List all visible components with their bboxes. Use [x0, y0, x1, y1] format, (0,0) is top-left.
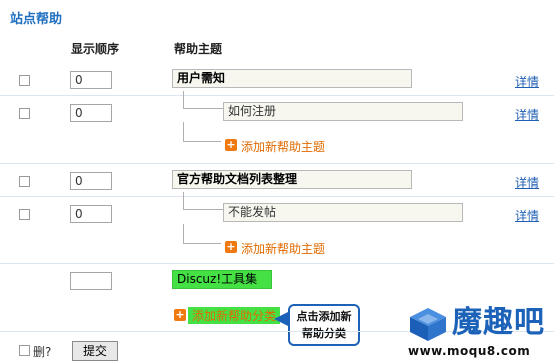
tree-line	[183, 141, 221, 142]
tree-line	[183, 243, 221, 244]
add-topic-link[interactable]: 添加新帮助主题	[241, 240, 325, 257]
column-header-order: 显示顺序	[71, 42, 120, 56]
detail-link[interactable]: 详情	[515, 73, 539, 90]
add-topic-link[interactable]: 添加新帮助主题	[241, 138, 325, 155]
callout-pointer	[274, 312, 288, 326]
add-category-link[interactable]: 添加新帮助分类	[188, 307, 281, 324]
tree-line	[183, 122, 184, 142]
page-title: 站点帮助	[10, 12, 63, 27]
order-input[interactable]: 0	[70, 71, 112, 89]
order-input[interactable]: 0	[70, 172, 112, 190]
new-category-topic-input[interactable]: Discuz!工具集合	[172, 270, 272, 289]
delete-checkbox[interactable]	[19, 209, 30, 220]
row-divider	[0, 263, 554, 264]
delete-checkbox[interactable]	[19, 75, 30, 86]
tree-line	[183, 192, 184, 209]
cube-logo-icon	[410, 308, 446, 341]
plus-icon: +	[225, 240, 237, 253]
topic-input[interactable]: 官方帮助文档列表整理	[172, 170, 412, 189]
logo-url: www.moqu8.com	[408, 344, 531, 358]
callout-annotation: 点击添加新 帮助分类	[288, 304, 360, 346]
row-divider	[0, 163, 554, 164]
plus-icon: +	[174, 308, 186, 321]
tree-line	[183, 209, 223, 210]
row-divider	[0, 95, 554, 96]
detail-link[interactable]: 详情	[515, 207, 539, 224]
logo-text: 魔趣吧	[452, 305, 545, 340]
callout-line1: 点击添加新	[296, 310, 352, 323]
site-logo: 魔趣吧 www.moqu8.com	[408, 300, 554, 363]
order-input[interactable]: 0	[70, 205, 112, 223]
tree-line	[183, 108, 223, 109]
topic-input[interactable]: 如何注册	[223, 102, 463, 121]
new-category-order-input[interactable]	[70, 272, 112, 290]
tree-line	[183, 91, 184, 108]
column-header-topic: 帮助主题	[174, 42, 223, 56]
delete-checkbox[interactable]	[19, 108, 30, 119]
topic-input[interactable]: 不能发帖	[223, 203, 463, 222]
plus-icon: +	[225, 138, 237, 151]
order-input[interactable]: 0	[70, 104, 112, 122]
tree-line	[183, 224, 184, 244]
callout-line2: 帮助分类	[302, 327, 346, 340]
delete-checkbox[interactable]	[19, 176, 30, 187]
detail-link[interactable]: 详情	[515, 174, 539, 191]
delete-label: 删?	[33, 345, 52, 359]
topic-input[interactable]: 用户需知	[172, 69, 412, 88]
delete-all-checkbox[interactable]	[19, 345, 30, 356]
submit-button[interactable]: 提交	[72, 341, 118, 361]
row-divider	[0, 196, 554, 197]
detail-link[interactable]: 详情	[515, 106, 539, 123]
